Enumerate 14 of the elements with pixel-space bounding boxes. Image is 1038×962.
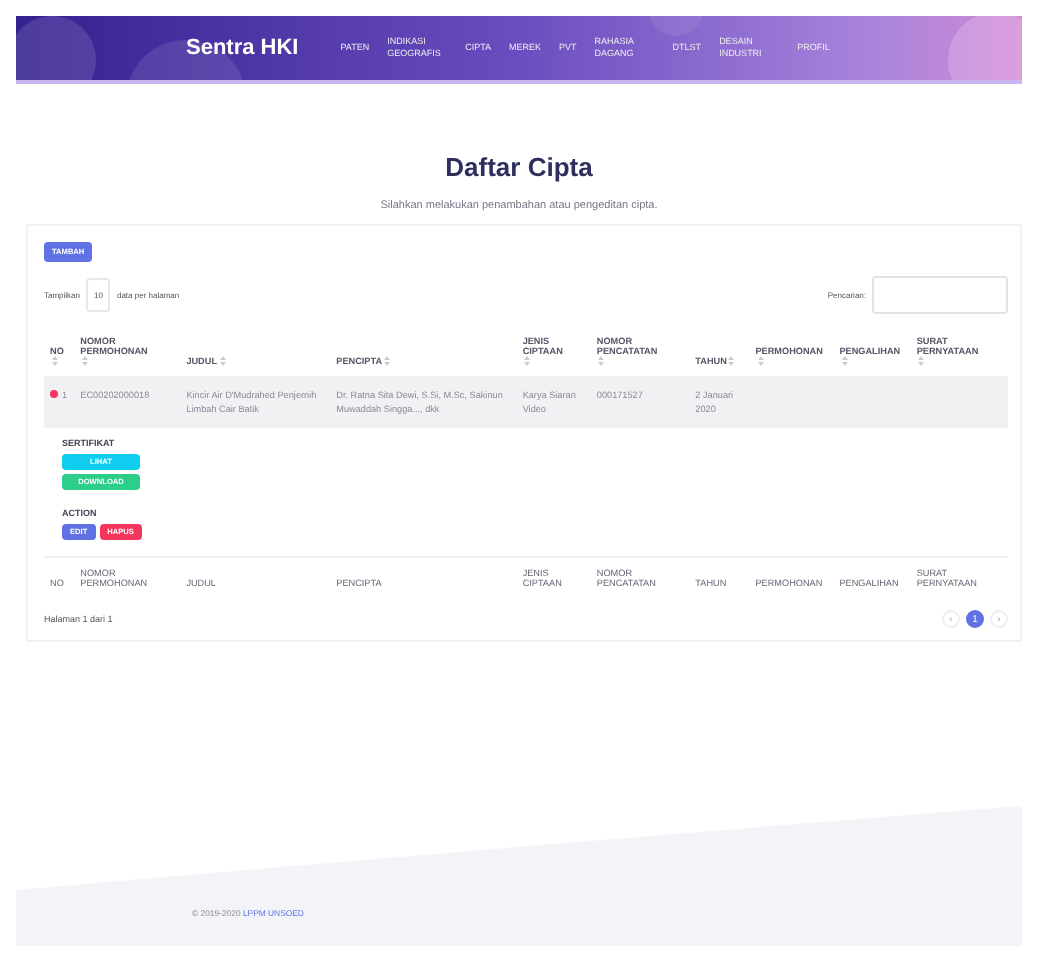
sort-icon[interactable] <box>82 356 89 366</box>
search-field[interactable] <box>872 276 1008 314</box>
page-title: Daftar Cipta <box>445 152 593 182</box>
sort-icon[interactable] <box>841 356 848 366</box>
brand-name[interactable]: Sentra HKI <box>186 36 299 60</box>
sort-icon[interactable] <box>384 356 391 366</box>
sort-icon[interactable] <box>728 356 735 366</box>
expand-toggle[interactable] <box>50 390 58 398</box>
sort-icon[interactable] <box>918 356 925 366</box>
sort-icon[interactable] <box>524 356 531 366</box>
sort-icon[interactable] <box>52 356 58 366</box>
sort-icon[interactable] <box>757 356 764 366</box>
sort-icon[interactable] <box>598 356 605 366</box>
sort-icon[interactable] <box>219 356 226 366</box>
